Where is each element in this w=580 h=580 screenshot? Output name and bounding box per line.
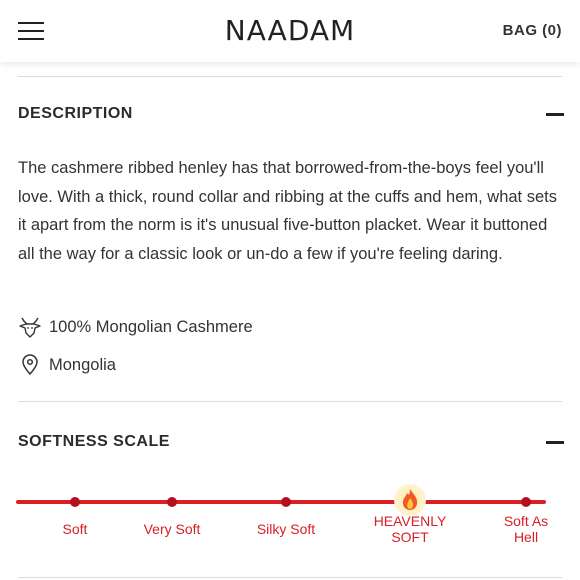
- scale-label: Silky Soft: [257, 521, 315, 537]
- scale-dot[interactable]: [521, 497, 531, 507]
- scale-label: HEAVENLY: [374, 513, 447, 529]
- softness-scale: Soft Very Soft Silky Soft HEAVENLYSOFT Soft …: [16, 484, 548, 545]
- scale-label: Soft: [63, 521, 88, 537]
- brand-logo[interactable]: NAADAM: [0, 14, 580, 47]
- softness-title: SOFTNESS SCALE: [18, 433, 170, 450]
- section-divider: [18, 401, 562, 402]
- section-divider: [18, 76, 562, 77]
- feature-label: 100% Mongolian Cashmere: [49, 318, 253, 336]
- scale-label: Very Soft: [144, 521, 201, 537]
- bag-button[interactable]: BAG (0): [503, 22, 562, 39]
- description-text: The cashmere ribbed henley has that borr…: [18, 159, 557, 263]
- top-header: NAADAM BAG (0): [0, 0, 580, 62]
- scale-label-line2: SOFT: [391, 529, 429, 545]
- scale-label-line2: Hell: [514, 529, 538, 545]
- location-pin-icon: [22, 354, 38, 376]
- feature-label: Mongolia: [49, 356, 116, 374]
- description-collapse-icon[interactable]: [546, 113, 564, 116]
- softness-collapse-icon[interactable]: [546, 441, 564, 444]
- scale-dot[interactable]: [70, 497, 80, 507]
- goat-icon: [19, 317, 41, 338]
- scale-dot[interactable]: [167, 497, 177, 507]
- scale-label: Soft As: [504, 513, 548, 529]
- scale-dot[interactable]: [281, 497, 291, 507]
- section-divider: [18, 577, 562, 578]
- description-title: DESCRIPTION: [18, 105, 133, 122]
